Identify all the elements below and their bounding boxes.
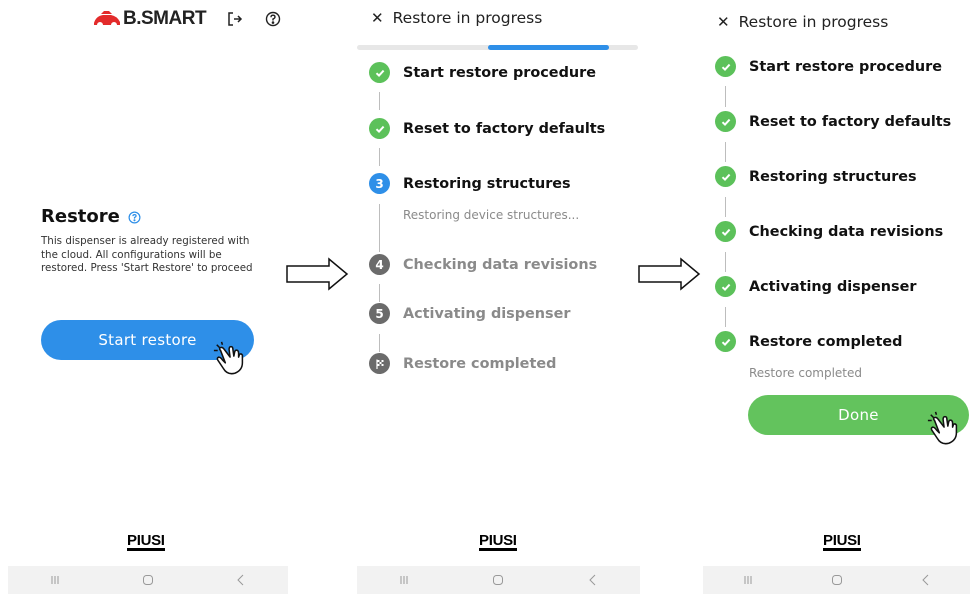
step-substatus: Restore completed [749,366,863,380]
android-nav-bar [357,566,640,594]
step-connector [725,197,726,217]
android-nav-bar [8,566,288,594]
step-restore-completed: Restore completed [715,331,902,352]
progress-header: ✕ Restore in progress [371,9,542,27]
header-title: Restore in progress [738,13,889,31]
close-icon[interactable]: ✕ [371,9,384,27]
step-connector [379,204,380,252]
back-icon[interactable] [231,570,251,590]
android-nav-bar [703,566,970,594]
step-label: Checking data revisions [749,223,944,240]
recent-apps-icon[interactable] [394,570,414,590]
step-restoring-structures: Restoring structures [715,166,917,187]
step-label: Restoring structures [749,168,917,185]
step-connector [725,142,726,162]
check-icon [715,166,736,187]
piusi-footer-logo: PIUSI [479,532,517,551]
step-connector [379,92,380,110]
right-arrow-icon [637,256,701,292]
logout-icon[interactable] [226,10,244,28]
step-label: Checking data revisions [403,256,598,273]
info-icon[interactable] [128,211,141,224]
close-icon[interactable]: ✕ [717,13,730,31]
step-label: Restoring structures [403,175,571,192]
step-start-restore: Start restore procedure [369,62,596,83]
step-label: Start restore procedure [749,58,942,75]
step-label: Activating dispenser [749,278,917,295]
piusi-footer-logo: PIUSI [127,532,165,551]
step-substatus: Restoring device structures... [403,208,580,222]
step-restore-completed: Restore completed [369,353,556,374]
restore-complete-screen: ✕ Restore in progress Start restore proc… [703,0,970,594]
pointing-hand-icon [212,340,250,378]
step-factory-reset: Reset to factory defaults [715,111,951,132]
check-icon [715,221,736,242]
check-icon [369,62,390,83]
step-number: 5 [369,303,390,324]
progress-bar [357,45,638,50]
restore-info-section: Restore This dispenser is already regist… [41,206,271,276]
checkered-flag-icon [369,353,390,374]
progress-bar-fill [488,45,609,50]
check-icon [715,56,736,77]
step-label: Reset to factory defaults [403,120,606,137]
home-icon[interactable] [488,570,508,590]
piusi-footer-logo: PIUSI [823,532,861,551]
back-icon[interactable] [583,570,603,590]
step-connector [379,148,380,166]
header-title: Restore in progress [392,9,543,27]
step-connector [379,284,380,302]
step-number: 4 [369,254,390,275]
step-checking-revisions: Checking data revisions [715,221,943,242]
restore-start-screen: B.SMART Restore This dispenser is alread… [0,0,290,594]
step-label: Start restore procedure [403,64,596,81]
brand-car-icon [94,11,120,28]
home-icon[interactable] [827,570,847,590]
step-activating-dispenser: 5 Activating dispenser [369,303,570,324]
step-connector [725,252,726,272]
step-label: Restore completed [403,355,557,372]
help-icon[interactable] [264,10,282,28]
brand-name: B.SMART [123,8,207,29]
step-checking-revisions: 4 Checking data revisions [369,254,597,275]
step-restoring-structures: 3 Restoring structures [369,173,571,194]
recent-apps-icon[interactable] [45,570,65,590]
home-icon[interactable] [138,570,158,590]
restore-heading: Restore [41,206,271,227]
progress-header: ✕ Restore in progress [717,13,888,31]
top-bar: B.SMART [92,8,282,30]
restore-title: Restore [41,206,120,227]
step-connector [725,86,726,107]
step-number: 3 [369,173,390,194]
brand-logo: B.SMART [92,8,207,30]
step-label: Reset to factory defaults [749,113,952,130]
step-factory-reset: Reset to factory defaults [369,118,605,139]
check-icon [369,118,390,139]
restore-description: This dispenser is already registered wit… [41,235,253,275]
step-connector [379,334,380,352]
step-start-restore: Start restore procedure [715,56,942,77]
check-icon [715,331,736,352]
pointing-hand-icon [926,410,964,448]
step-label: Activating dispenser [403,305,571,322]
check-icon [715,111,736,132]
back-icon[interactable] [916,570,936,590]
check-icon [715,276,736,297]
restore-progress-screen: ✕ Restore in progress Start restore proc… [355,0,640,594]
step-label: Restore completed [749,333,903,350]
step-activating-dispenser: Activating dispenser [715,276,916,297]
right-arrow-icon [285,256,349,292]
step-connector [725,307,726,327]
recent-apps-icon[interactable] [738,570,758,590]
